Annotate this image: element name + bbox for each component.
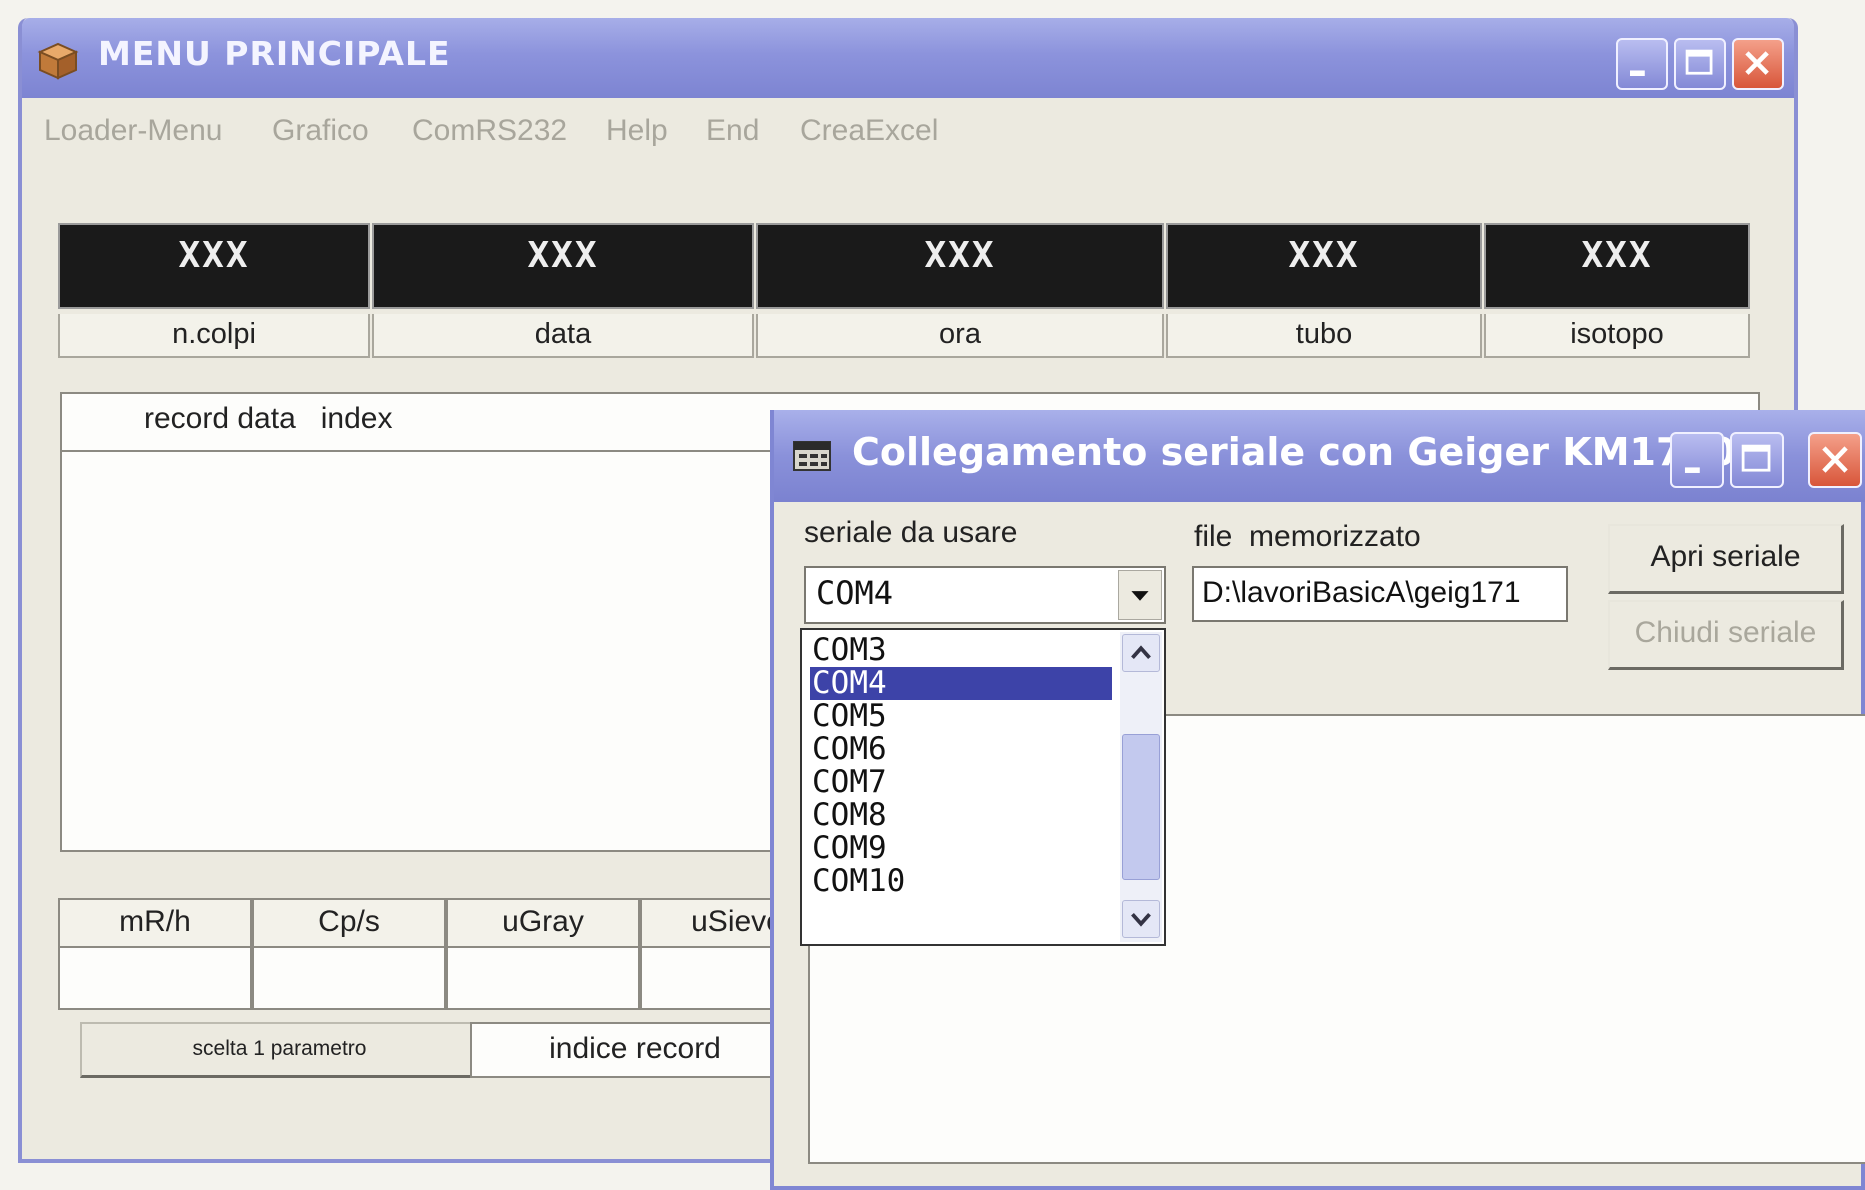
chevron-down-icon [1131, 912, 1151, 927]
main-window-title: MENU PRINCIPALE [98, 34, 451, 73]
option-com5[interactable]: COM5 [810, 700, 1110, 733]
value-field-cps[interactable] [252, 948, 446, 1010]
menu-comrs232[interactable]: ComRS232 [412, 114, 567, 148]
value-field-mrh[interactable] [58, 948, 252, 1010]
combo-dropdown-button[interactable] [1118, 570, 1162, 620]
minimize-icon [1630, 70, 1645, 76]
serial-port-value: COM4 [816, 574, 894, 612]
file-path-field[interactable]: D:\lavoriBasicA\geig171 [1192, 566, 1568, 622]
header-value-ora: XXX [756, 223, 1164, 309]
serial-label: seriale da usare [804, 516, 1018, 549]
record-header-label: record data index [144, 402, 393, 435]
close-button[interactable] [1732, 38, 1784, 90]
file-label: file memorizzato [1194, 520, 1421, 553]
close-icon [1822, 446, 1848, 473]
menu-creaexcel[interactable]: CreaExcel [800, 114, 938, 148]
menu-help[interactable]: Help [606, 114, 668, 148]
scelta-parametro-button[interactable]: scelta 1 parametro [80, 1022, 480, 1078]
dropdown-scrollbar[interactable] [1120, 632, 1162, 942]
main-title-bar[interactable]: MENU PRINCIPALE [22, 18, 1794, 98]
unit-label-mrh: mR/h [58, 898, 252, 948]
menu-loader[interactable]: Loader-Menu [44, 114, 222, 148]
option-com6[interactable]: COM6 [810, 733, 1110, 766]
close-serial-button[interactable]: Chiudi seriale [1608, 600, 1844, 670]
menu-bar: Loader-Menu Grafico ComRS232 Help End Cr… [22, 98, 1794, 160]
dialog-app-icon [793, 441, 831, 471]
header-label-ncolpi: n.colpi [58, 314, 370, 358]
scroll-down-button[interactable] [1122, 900, 1160, 938]
header-value-data: XXX [372, 223, 754, 309]
maximize-icon [1741, 444, 1771, 472]
option-com4[interactable]: COM4 [810, 667, 1112, 700]
open-serial-button[interactable]: Apri seriale [1608, 524, 1844, 594]
chevron-down-icon [1131, 591, 1149, 601]
minimize-button[interactable] [1616, 38, 1668, 90]
minimize-icon [1684, 467, 1700, 473]
app-box-icon [37, 42, 79, 80]
option-com10[interactable]: COM10 [810, 865, 1110, 898]
option-com8[interactable]: COM8 [810, 799, 1110, 832]
serial-port-dropdown[interactable]: COM3 COM4 COM5 COM6 COM7 COM8 COM9 COM10 [800, 628, 1166, 946]
dialog-title: Collegamento seriale con Geiger KM1710 [852, 430, 1736, 474]
header-label-isotopo: isotopo [1484, 314, 1750, 358]
indice-record-field[interactable]: indice record [470, 1022, 800, 1078]
option-com9[interactable]: COM9 [810, 832, 1110, 865]
unit-label-cps: Cp/s [252, 898, 446, 948]
header-value-tubo: XXX [1166, 223, 1482, 309]
option-com7[interactable]: COM7 [810, 766, 1110, 799]
header-value-isotopo: XXX [1484, 223, 1750, 309]
file-path-value: D:\lavoriBasicA\geig171 [1202, 576, 1521, 609]
dialog-close-button[interactable] [1808, 432, 1862, 488]
option-com3[interactable]: COM3 [810, 634, 1110, 667]
header-value-ncolpi: XXX [58, 223, 370, 309]
menu-grafico[interactable]: Grafico [272, 114, 369, 148]
maximize-icon [1685, 49, 1713, 75]
chevron-up-icon [1131, 645, 1151, 660]
maximize-button[interactable] [1674, 38, 1726, 90]
dialog-minimize-button[interactable] [1670, 432, 1724, 488]
header-label-ora: ora [756, 314, 1164, 358]
close-icon [1745, 51, 1769, 75]
serial-port-select[interactable]: COM4 [804, 566, 1166, 624]
scroll-up-button[interactable] [1122, 634, 1160, 672]
scroll-thumb[interactable] [1122, 734, 1160, 880]
dialog-title-bar[interactable]: Collegamento seriale con Geiger KM1710 [774, 410, 1865, 502]
value-field-ugray[interactable] [446, 948, 640, 1010]
unit-label-ugray: uGray [446, 898, 640, 948]
dialog-maximize-button[interactable] [1730, 432, 1784, 488]
header-label-data: data [372, 314, 754, 358]
menu-end[interactable]: End [706, 114, 759, 148]
header-label-tubo: tubo [1166, 314, 1482, 358]
